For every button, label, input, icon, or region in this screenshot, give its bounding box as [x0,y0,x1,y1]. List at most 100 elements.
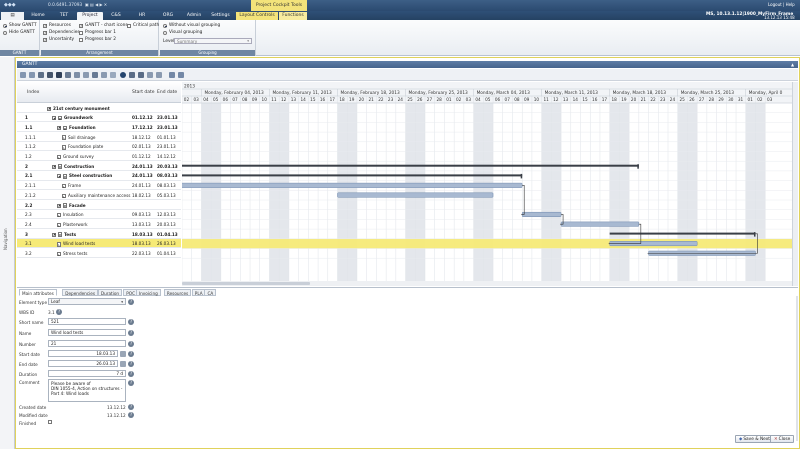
short-name-input[interactable]: 521 [48,318,126,325]
tab-project[interactable]: Project [77,12,103,20]
table-row[interactable]: 2 ΣConstruction 24.01.13 20.03.13 [17,161,181,171]
without-grouping-radio[interactable]: Without visual grouping [163,23,220,28]
expand-toggle-icon[interactable] [57,125,61,130]
start-date-input[interactable]: 18.03.13 [48,350,118,357]
progress-bar-1-checkbox[interactable]: Progress bar 1 [79,30,116,35]
name-input[interactable]: Wind load tests [48,329,126,336]
dependencies-checkbox[interactable]: Dependencies [43,30,80,35]
critical-path-checkbox[interactable]: Critical path [127,23,159,28]
first-icon[interactable] [20,72,26,78]
help-icon[interactable]: ? [128,340,134,347]
element-type-select[interactable]: Leaf ▾ [48,298,126,305]
filter-icon[interactable] [156,72,162,78]
table-row[interactable]: 1.2 L Ground survey 01.12.12 14.12.12 [17,152,181,162]
detail-tab[interactable]: Resources [163,289,192,296]
number-input[interactable]: 21 [48,340,126,347]
detail-tab[interactable]: Main attributes [19,289,57,296]
task-bar[interactable] [521,211,562,217]
calendar-icon[interactable] [119,360,126,367]
close-button[interactable]: ✕Close [770,435,795,443]
zoom-icon[interactable] [65,72,71,78]
table-row[interactable]: 2.4 L Plasterwork 13.03.13 20.03.13 [17,219,181,230]
file-menu-button[interactable]: ▤ [1,12,24,20]
table-row[interactable]: 3 ΣTests 18.03.13 01.04.13 [17,229,181,239]
summary-bar[interactable] [182,164,639,167]
expand-toggle-icon[interactable] [57,174,61,179]
detail-scrollbar[interactable] [796,296,798,441]
print-icon[interactable] [47,72,53,78]
col-index-header[interactable]: Index [27,90,39,95]
tab-hr[interactable]: HR [129,12,155,20]
expand-toggle-icon[interactable] [57,203,61,208]
calendar-icon[interactable] [119,350,126,357]
collapse-icon[interactable]: ▲ [791,62,794,67]
tab-tet[interactable]: TET [51,12,77,20]
vertical-scrollbar[interactable] [792,82,798,286]
tab-functions[interactable]: Functions [279,12,307,20]
table-row[interactable]: 1.1 ΣFoundation 17.12.12 23.01.13 [17,122,181,133]
task-bar[interactable] [560,221,640,227]
expand-toggle-icon[interactable] [52,116,56,121]
help-icon[interactable]: ? [56,308,62,315]
logout-help-links[interactable]: Logout | Help [768,2,795,7]
table-row[interactable]: 3.2 L Stress tests 22.03.13 01.04.13 [17,249,181,259]
table-row[interactable]: 2.1.1 L Frame 24.01.13 08.03.13 [17,181,181,191]
move-down-icon[interactable] [138,72,144,78]
help-icon[interactable]: ? [128,329,134,336]
gantt-chart[interactable]: 02 03 04 05 06 07 08 09 10 11 12 13 14 15 16 17 18 19 20 21… [182,82,798,286]
table-row[interactable]: 2.2 ΣFacade [17,200,181,210]
end-date-input[interactable]: 26.03.13 [48,360,118,367]
level-select[interactable]: Summary ▾ [174,38,252,44]
detail-tab[interactable]: Duration [97,289,123,296]
table-row[interactable]: 3.1 L Wind load tests 18.03.13 26.03.13 [17,238,181,249]
progress-bar-2-checkbox[interactable]: Progress bar 2 [79,37,116,42]
move-up-icon[interactable] [129,72,135,78]
link-icon[interactable] [83,72,89,78]
col-start-header[interactable]: Start date [132,90,155,95]
expand-toggle-icon[interactable] [52,164,56,169]
help-icon[interactable]: ? [128,379,134,386]
finished-checkbox[interactable] [48,420,52,424]
columns-icon[interactable] [147,72,153,78]
summary-bar[interactable] [609,232,756,235]
table-row[interactable]: 2.1 ΣSteel construction 24.01.13 08.03.13 [17,171,181,181]
help-icon[interactable]: ? [128,403,134,410]
table-row[interactable]: 2.3 L Insulation 09.03.13 12.03.13 [17,210,181,220]
help-icon[interactable]: ? [128,370,134,377]
back-icon[interactable] [29,72,35,78]
show-gantt-radio[interactable]: Show GANTT [3,23,37,28]
task-bar[interactable] [337,192,494,198]
visual-grouping-radio[interactable]: Visual grouping [163,30,202,35]
help-icon[interactable]: ? [128,298,134,305]
task-bar[interactable] [182,182,523,188]
table-row[interactable]: 2.1.2 L Auxiliary maintenance access 18.02.… [17,190,181,200]
expand-toggle-icon[interactable] [47,106,51,111]
tab-cs[interactable]: C&S [103,12,129,20]
detail-tab[interactable]: Dependencies [62,289,99,296]
duration-input[interactable]: 7 d [48,370,126,377]
navigation-sidebar[interactable] [0,57,15,449]
help-icon[interactable]: ? [128,360,134,367]
collapse-all-icon[interactable] [178,72,184,78]
forward-icon[interactable] [38,72,44,78]
help-icon[interactable]: ? [128,411,134,418]
quick-access-icons[interactable]: ▣ ▤ ◀ ▶ ✕ [85,2,107,7]
horizontal-scroll-thumb[interactable] [182,282,310,285]
tab-home[interactable]: Home [25,12,51,20]
table-row[interactable]: 1 ΣGroundwork 01.12.12 23.01.13 [17,113,181,123]
comment-textarea[interactable]: Please be aware of DIN 1055-4, Action on… [48,379,126,402]
tab-admin[interactable]: Admin [181,12,207,20]
location-icon[interactable] [56,72,62,78]
chart-icons-checkbox[interactable]: GANTT - chart icons [79,23,128,28]
uncertainty-checkbox[interactable]: Uncertainty [43,37,74,42]
expand-icon[interactable] [169,72,175,78]
table-row[interactable]: 1.1.2 L Foundation plate 02.01.13 23.01.13 [17,142,181,152]
resources-checkbox[interactable]: Resources [43,23,71,28]
detail-tab[interactable]: Invoicing [135,289,161,296]
save-next-button[interactable]: ◆Save & Next [735,435,774,443]
tab-layout-controls[interactable]: Layout Controls [236,12,278,20]
detail-tab[interactable]: CA [204,289,217,296]
expand-toggle-icon[interactable] [52,232,56,237]
hide-gantt-radio[interactable]: Hide GANTT [3,30,35,35]
unlink-icon[interactable] [92,72,98,78]
